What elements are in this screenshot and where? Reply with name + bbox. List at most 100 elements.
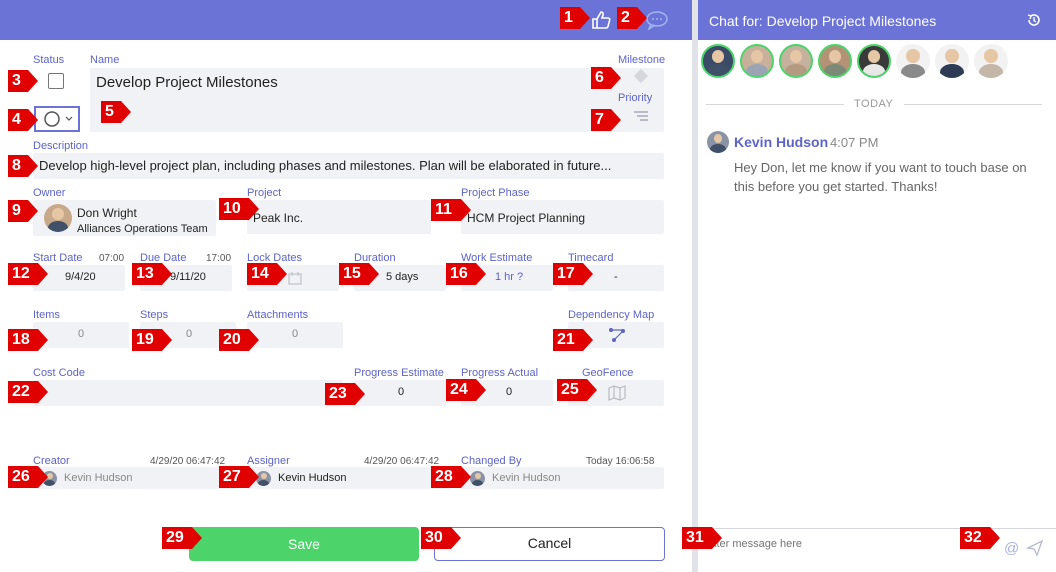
participant-avatar-1[interactable]	[701, 44, 735, 78]
chat-bubble-icon[interactable]	[645, 10, 669, 31]
priority-filter-icon[interactable]	[632, 110, 650, 124]
project-value: Peak Inc.	[253, 211, 304, 225]
message-author-avatar	[707, 131, 729, 153]
owner-avatar	[44, 204, 72, 232]
annotation-marker-16: 16	[446, 263, 486, 285]
owner-name: Don Wright	[77, 206, 137, 220]
annotation-marker-23: 23	[325, 383, 365, 405]
start-date-value: 9/4/20	[65, 271, 96, 283]
participant-avatar-7[interactable]	[935, 44, 969, 78]
dependency-map-icon[interactable]	[608, 327, 626, 343]
annotation-marker-25: 25	[557, 379, 597, 401]
calendar-lock-icon[interactable]	[287, 270, 303, 286]
annotation-marker-32: 32	[960, 527, 1000, 549]
attachments-value: 0	[292, 328, 299, 340]
participant-avatar-4[interactable]	[818, 44, 852, 78]
project-phase-label: Project Phase	[461, 187, 530, 199]
participant-avatar-2[interactable]	[740, 44, 774, 78]
chat-message-input[interactable]	[703, 533, 983, 555]
today-separator-label: TODAY	[854, 98, 894, 110]
priority-label: Priority	[618, 92, 653, 104]
annotation-marker-24: 24	[446, 379, 486, 401]
attachments-label: Attachments	[247, 309, 309, 321]
status-label: Status	[33, 54, 65, 66]
changed-by-avatar	[470, 471, 485, 486]
message-time: 4:07 PM	[830, 135, 879, 150]
assigner-time: 4/29/20 06:47:42	[364, 456, 440, 467]
task-name-value: Develop Project Milestones	[96, 74, 278, 91]
due-date-value: 9/11/20	[170, 271, 206, 283]
send-icon[interactable]	[1025, 539, 1044, 557]
annotation-marker-12: 12	[8, 263, 48, 285]
progress-actual-label: Progress Actual	[461, 367, 539, 379]
status-select-dropdown[interactable]	[34, 106, 80, 132]
chat-title: Chat for: Develop Project Milestones	[709, 13, 937, 29]
annotation-marker-19: 19	[132, 329, 172, 351]
message-text: Hey Don, let me know if you want to touc…	[734, 160, 1027, 194]
annotation-marker-21: 21	[553, 329, 593, 351]
annotation-marker-18: 18	[8, 329, 48, 351]
cancel-button[interactable]: Cancel	[434, 527, 665, 561]
thumbs-up-icon[interactable]	[590, 9, 612, 31]
status-checkbox[interactable]	[48, 73, 64, 89]
creator-time: 4/29/20 06:47:42	[150, 456, 226, 467]
due-time: 17:00	[206, 253, 232, 264]
changed-time: Today 16:06:58	[586, 456, 655, 467]
annotation-marker-17: 17	[553, 263, 593, 285]
cost-code-field[interactable]	[33, 380, 343, 406]
annotation-marker-29: 29	[162, 527, 202, 549]
mention-at-icon[interactable]: @	[1004, 540, 1019, 557]
changed-by-name: Kevin Hudson	[492, 472, 561, 484]
annotation-marker-8: 8	[8, 155, 38, 177]
items-value: 0	[78, 328, 85, 340]
annotation-marker-3: 3	[8, 70, 38, 92]
annotation-marker-31: 31	[682, 527, 722, 549]
dependency-map-label: Dependency Map	[568, 309, 655, 321]
annotation-marker-5: 5	[101, 101, 131, 123]
work-estimate-value: 1 hr ?	[495, 271, 524, 283]
message-author[interactable]: Kevin Hudson	[734, 134, 828, 150]
map-icon[interactable]	[607, 385, 627, 401]
annotation-marker-30: 30	[421, 527, 461, 549]
participant-avatar-3[interactable]	[779, 44, 813, 78]
start-time: 07:00	[99, 253, 125, 264]
history-icon[interactable]	[1026, 12, 1042, 28]
project-phase-value: HCM Project Planning	[467, 211, 586, 225]
participant-avatar-8[interactable]	[974, 44, 1008, 78]
participant-avatar-5[interactable]	[857, 44, 891, 78]
progress-estimate-value: 0	[398, 386, 405, 398]
annotation-marker-10: 10	[219, 198, 259, 220]
annotation-marker-26: 26	[8, 466, 48, 488]
chat-input-border	[698, 528, 1056, 529]
save-button[interactable]: Save	[189, 527, 419, 561]
steps-value: 0	[186, 328, 193, 340]
name-label: Name	[90, 54, 120, 66]
annotation-marker-6: 6	[591, 67, 621, 89]
annotation-marker-11: 11	[431, 199, 471, 221]
annotation-marker-20: 20	[219, 329, 259, 351]
annotation-marker-15: 15	[339, 263, 379, 285]
description-value: Develop high-level project plan, includi…	[39, 158, 612, 173]
participant-avatar-6[interactable]	[896, 44, 930, 78]
annotation-marker-2: 2	[617, 7, 647, 29]
annotation-marker-1: 1	[560, 7, 590, 29]
today-divider-right	[904, 104, 1042, 105]
annotation-marker-27: 27	[219, 466, 259, 488]
annotation-marker-7: 7	[591, 109, 621, 131]
annotation-marker-28: 28	[431, 466, 471, 488]
geofence-label: GeoFence	[582, 367, 634, 379]
steps-label: Steps	[140, 309, 169, 321]
items-label: Items	[33, 309, 60, 321]
progress-estimate-label: Progress Estimate	[354, 367, 444, 379]
progress-actual-value: 0	[506, 386, 513, 398]
duration-value: 5 days	[386, 271, 419, 283]
assigner-name: Kevin Hudson	[278, 472, 347, 484]
panel-divider[interactable]	[692, 0, 698, 572]
cost-code-label: Cost Code	[33, 367, 85, 379]
creator-name: Kevin Hudson	[64, 472, 133, 484]
owner-label: Owner	[33, 187, 66, 199]
description-label: Description	[33, 140, 89, 152]
annotation-marker-4: 4	[8, 109, 38, 131]
annotation-marker-14: 14	[247, 263, 287, 285]
timecard-value: -	[614, 271, 618, 283]
